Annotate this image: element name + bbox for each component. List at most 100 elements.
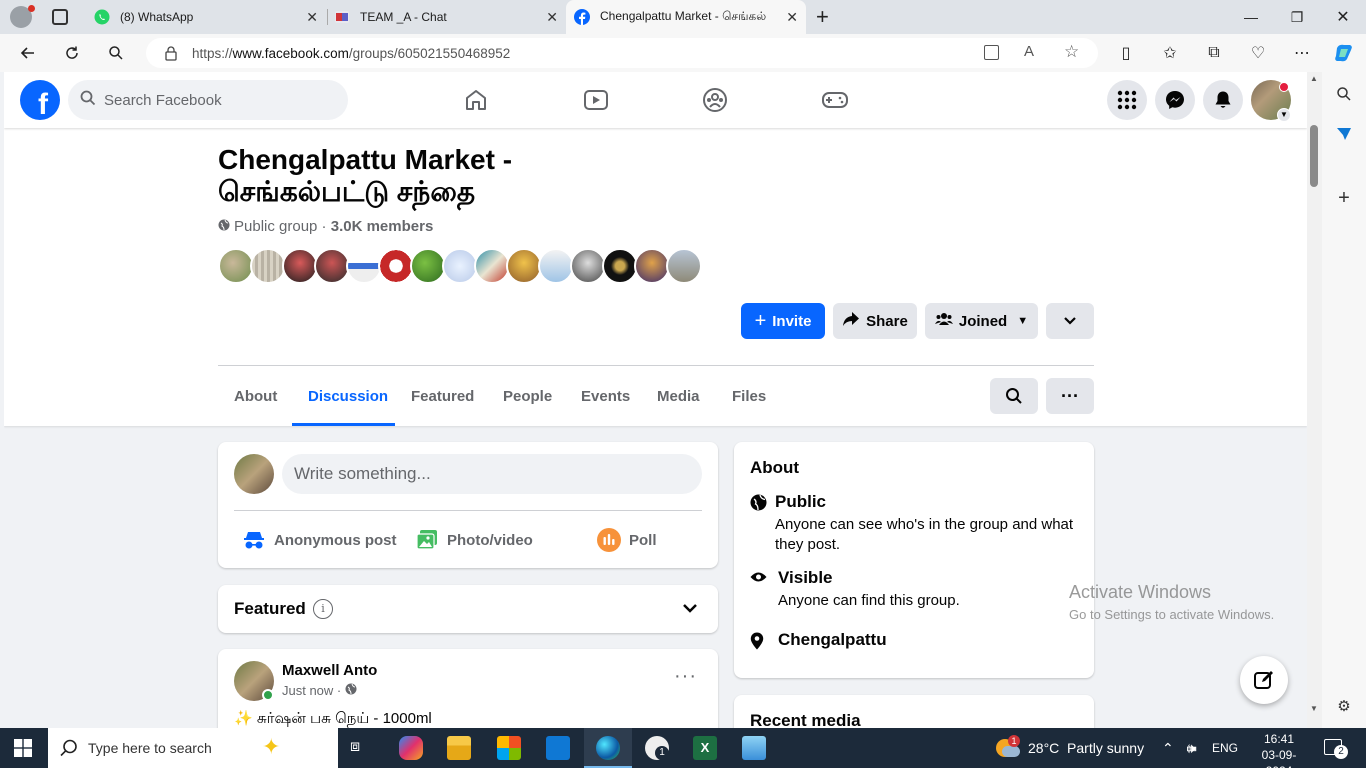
new-tab-button[interactable]: +	[816, 4, 829, 30]
avatar	[666, 248, 702, 284]
gaming-icon[interactable]	[819, 84, 851, 116]
restore-button[interactable]: ❐	[1274, 0, 1320, 34]
back-icon[interactable]	[14, 39, 42, 67]
tab-whatsapp[interactable]: (8) WhatsApp ✕	[86, 0, 326, 34]
sidebar-add-icon[interactable]: +	[1334, 187, 1354, 209]
close-tab-icon[interactable]: ✕	[306, 9, 318, 26]
tab-facebook-group[interactable]: Chengalpattu Market - செங்கல் ✕	[566, 0, 806, 34]
teams-taskbar-icon[interactable]: 1	[645, 736, 669, 760]
clock[interactable]: 16:41 03-09-2024	[1254, 731, 1304, 768]
photos-app-icon[interactable]	[742, 736, 766, 760]
facebook-logo[interactable]: f	[20, 80, 60, 120]
url-prefix: https://	[192, 45, 233, 61]
scroll-up-arrow[interactable]: ▲	[1310, 74, 1318, 83]
scroll-down-arrow[interactable]: ▼	[1310, 704, 1318, 713]
invite-button[interactable]: + Invite	[741, 303, 825, 339]
divider	[218, 365, 1094, 366]
edge-icon[interactable]	[596, 736, 620, 760]
poll-button[interactable]: Poll	[597, 526, 657, 554]
groups-icon[interactable]	[699, 84, 731, 116]
browser-essentials-icon[interactable]: ♡	[1244, 39, 1272, 67]
microsoft-store-icon[interactable]	[497, 736, 521, 760]
group-more-button[interactable]: ···	[1046, 378, 1094, 414]
scrollbar-thumb[interactable]	[1310, 125, 1318, 187]
post-author[interactable]: Maxwell Anto	[282, 662, 377, 679]
weather-badge: 1	[1008, 735, 1020, 747]
home-icon[interactable]	[460, 84, 492, 116]
tab-media[interactable]: Media	[657, 388, 700, 405]
chevron-down-icon[interactable]: ▼	[1277, 108, 1291, 122]
avatar[interactable]	[234, 454, 274, 494]
favorite-star-icon[interactable]: ☆	[1064, 42, 1079, 62]
show-hidden-icons[interactable]: ⌃	[1162, 728, 1174, 768]
split-screen-icon[interactable]: ▯	[1112, 39, 1140, 67]
lock-icon[interactable]	[164, 45, 178, 64]
notifications-button[interactable]	[1203, 80, 1243, 120]
url-field[interactable]: https://www.facebook.com/groups/60502155…	[146, 38, 1098, 68]
joined-button[interactable]: Joined ▼	[925, 303, 1038, 339]
avatar	[602, 248, 638, 284]
read-aloud-icon[interactable]: A	[1024, 43, 1034, 60]
close-tab-icon[interactable]: ✕	[786, 9, 798, 26]
tab-events[interactable]: Events	[581, 388, 630, 405]
time: 16:41	[1263, 732, 1295, 746]
tab-about[interactable]: About	[234, 388, 277, 405]
anonymous-post-button[interactable]: Anonymous post	[242, 526, 397, 554]
favorites-icon[interactable]: ✩	[1156, 39, 1184, 67]
avatar	[538, 248, 574, 284]
language-indicator[interactable]: ENG	[1212, 728, 1238, 768]
menu-grid-button[interactable]	[1107, 80, 1147, 120]
facebook-search-input[interactable]: Search Facebook	[68, 80, 348, 120]
members-icon	[934, 312, 953, 330]
tab-files[interactable]: Files	[732, 388, 766, 405]
about-visible: Visible Anyone can find this group.	[750, 568, 1080, 611]
photo-video-button[interactable]: Photo/video	[415, 526, 533, 554]
more-options-icon[interactable]: ⋯	[1288, 39, 1316, 67]
more-actions-button[interactable]	[1046, 303, 1094, 339]
windows-start-button[interactable]	[14, 739, 32, 762]
sidebar-settings-icon[interactable]: ⚙	[1334, 696, 1354, 716]
group-search-button[interactable]	[990, 378, 1038, 414]
post-options-button[interactable]: ···	[674, 665, 697, 688]
mail-icon[interactable]	[546, 736, 570, 760]
app-available-icon[interactable]	[984, 45, 999, 60]
avatar	[282, 248, 318, 284]
info-icon[interactable]: i	[313, 599, 333, 619]
tab-discussion[interactable]: Discussion	[308, 388, 388, 405]
sidebar-search-icon[interactable]	[1334, 84, 1354, 104]
tab-featured[interactable]: Featured	[411, 388, 474, 405]
public-title: Public	[775, 492, 827, 511]
new-message-button[interactable]	[1240, 656, 1288, 704]
member-count[interactable]: 3.0K members	[331, 218, 434, 235]
volume-icon[interactable]: 🕪	[1187, 728, 1196, 768]
write-something-input[interactable]: Write something...	[282, 454, 702, 494]
collections-icon[interactable]: ⧉	[1200, 39, 1228, 67]
taskbar-search-input[interactable]: Type here to search ✦	[48, 728, 338, 768]
minimize-button[interactable]: —	[1228, 0, 1274, 34]
about-title: About	[750, 458, 800, 477]
search-icon[interactable]	[102, 39, 130, 67]
sidebar-outlook-icon[interactable]	[1334, 124, 1354, 144]
featured-section[interactable]: Featured i	[218, 585, 718, 633]
chevron-down-icon[interactable]	[682, 601, 698, 619]
messenger-button[interactable]	[1155, 80, 1195, 120]
file-explorer-icon[interactable]	[447, 736, 471, 760]
tab-people[interactable]: People	[503, 388, 552, 405]
share-button[interactable]: Share	[833, 303, 917, 339]
close-tab-icon[interactable]: ✕	[546, 9, 558, 26]
tab-actions-icon[interactable]	[52, 9, 68, 25]
copilot-taskbar-icon[interactable]	[399, 736, 423, 760]
location-name[interactable]: Chengalpattu	[778, 630, 887, 655]
close-window-button[interactable]: ✕	[1320, 0, 1366, 34]
profile-icon[interactable]	[10, 5, 35, 28]
refresh-icon[interactable]	[58, 39, 86, 67]
post-time[interactable]: Just now	[282, 683, 333, 698]
video-icon[interactable]	[580, 84, 612, 116]
task-view-icon[interactable]: ⧈	[350, 738, 360, 756]
excel-icon[interactable]: X	[693, 736, 717, 760]
tab-teams-chat[interactable]: TEAM _A - Chat ✕	[326, 0, 566, 34]
notification-center-icon[interactable]: 2	[1324, 739, 1348, 759]
copilot-icon[interactable]	[1330, 39, 1358, 67]
weather-widget[interactable]: 1 28°C Partly sunny	[996, 728, 1144, 768]
group-title[interactable]: Chengalpattu Market - செங்கல்பட்டு சந்தை	[218, 144, 638, 208]
